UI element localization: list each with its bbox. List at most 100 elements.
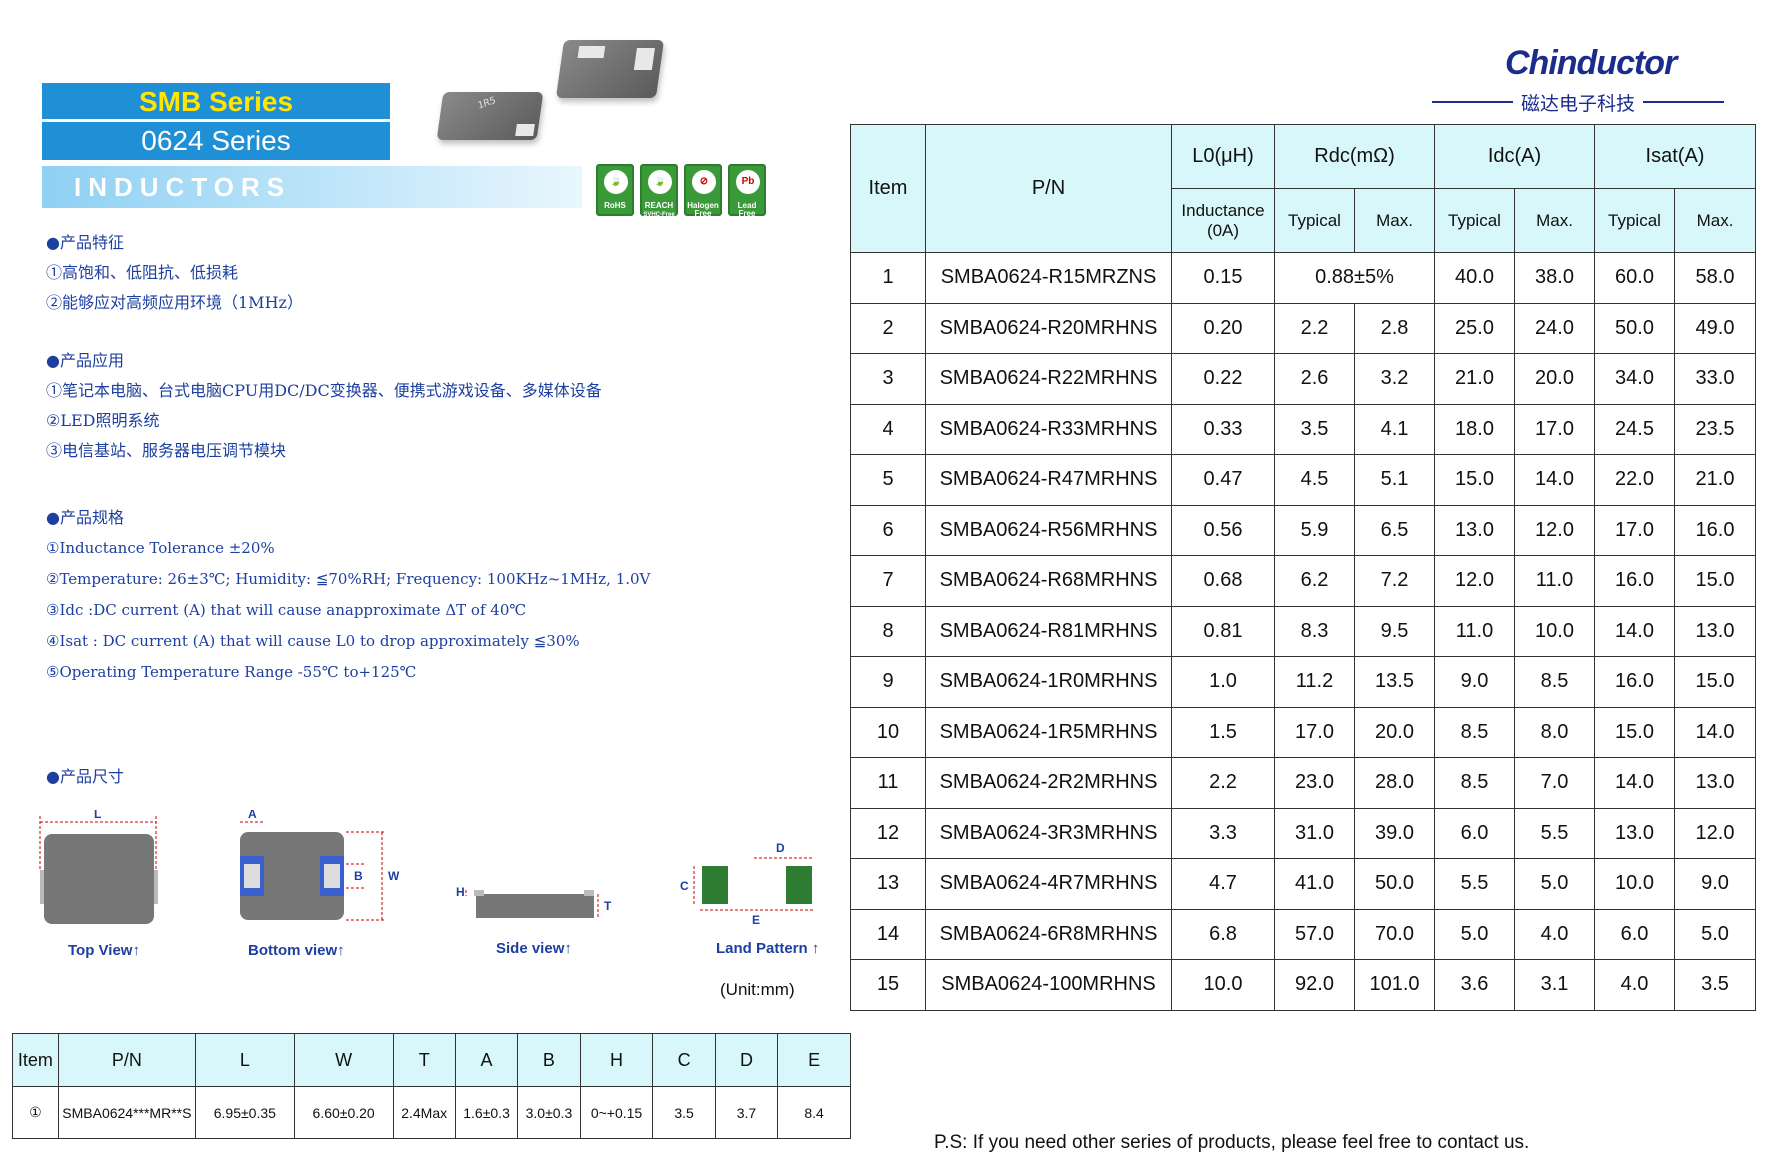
header-typical: Typical [1434, 188, 1515, 253]
table-cell: 24.0 [1514, 302, 1595, 354]
brand-subtitle-text: 磁达电子科技 [1521, 92, 1636, 115]
table-cell: 60.0 [1594, 252, 1675, 304]
table-cell: 11 [850, 757, 926, 809]
table-cell: SMBA0624-1R5MRHNS [925, 706, 1172, 758]
table-cell: 2.6 [1274, 353, 1355, 405]
table-cell: 3.5 [1274, 403, 1355, 455]
table-cell: SMBA0624-6R8MRHNS [925, 908, 1172, 960]
table-cell: SMBA0624-4R7MRHNS [925, 858, 1172, 910]
table-cell: 34.0 [1594, 353, 1675, 405]
table-cell: 12 [850, 807, 926, 859]
table-cell: 13.0 [1674, 605, 1756, 657]
dim-letter-t: T [604, 899, 612, 913]
dim-cell: 6.95±0.35 [194, 1086, 295, 1139]
table-cell: 14 [850, 908, 926, 960]
table-cell: 12.0 [1514, 504, 1595, 556]
chip-pad [515, 124, 535, 136]
table-cell: 16.0 [1594, 656, 1675, 708]
halogen-icon: ⊘ [692, 170, 716, 194]
table-cell: 0.68 [1171, 555, 1275, 607]
table-row: 6 SMBA0624-R56MRHNS 0.56 5.9 6.5 13.0 12.0 17.0… [850, 504, 1756, 556]
header-idc: Idc(A) [1434, 124, 1595, 189]
lead-free-badge: Pb Lead Free [728, 164, 766, 218]
header-typical: Typical [1594, 188, 1675, 253]
table-cell: 4.0 [1514, 908, 1595, 960]
dim-letter-w: W [388, 869, 400, 883]
spec-item: ②Temperature: 26±3℃; Humidity: ≦70%RH; F… [46, 570, 651, 588]
table-cell: 8.0 [1514, 706, 1595, 758]
dim-header-cell: B [517, 1033, 581, 1087]
header-max: Max. [1354, 188, 1435, 253]
table-cell: 6.2 [1274, 555, 1355, 607]
table-cell: 49.0 [1674, 302, 1756, 354]
bottom-view-drawing: A B W [240, 810, 400, 921]
dimension-drawings: L A B W H T D E C [39, 810, 814, 927]
badge-sub: Free [694, 209, 712, 218]
table-cell: 18.0 [1434, 403, 1515, 455]
table-cell: 3.5 [1674, 959, 1756, 1011]
table-cell: 17.0 [1274, 706, 1355, 758]
top-view-drawing: L [39, 810, 158, 924]
table-row: 10 SMBA0624-1R5MRHNS 1.5 17.0 20.0 8.5 8.0 15.0… [850, 706, 1756, 758]
table-row: 9 SMBA0624-1R0MRHNS 1.0 11.2 13.5 9.0 8.5 16.0 1… [850, 656, 1756, 708]
table-cell: 20.0 [1354, 706, 1435, 758]
bottom-view-label: Bottom view↑ [248, 942, 345, 959]
series-size: 0624 Series [42, 122, 390, 160]
table-cell: 1 [850, 252, 926, 304]
table-cell: 10.0 [1171, 959, 1275, 1011]
brand-logo: Chinductor [1505, 44, 1677, 82]
table-cell: 4 [850, 403, 926, 455]
dim-letter-c: C [680, 879, 689, 893]
spec-item: ①Inductance Tolerance ±20% [46, 539, 275, 557]
table-cell: SMBA0624-3R3MRHNS [925, 807, 1172, 859]
table-cell: 11.0 [1434, 605, 1515, 657]
table-cell: SMBA0624-1R0MRHNS [925, 656, 1172, 708]
category-banner: INDUCTORS [42, 166, 582, 208]
dim-cell: 0~+0.15 [579, 1086, 654, 1139]
table-cell: 15.0 [1674, 656, 1756, 708]
spec-table: Item P/N L0(μH) Rdc(mΩ) Idc(A) Isat(A) I… [850, 124, 1756, 1011]
specs-section: ●产品规格 ①Inductance Tolerance ±20% ②Temper… [46, 502, 650, 688]
table-cell: 1.0 [1171, 656, 1275, 708]
table-cell: 8.5 [1434, 757, 1515, 809]
applications-section: ●产品应用 ①笔记本电脑、台式电脑CPU用DC/DC变换器、便携式游戏设备、多媒… [46, 346, 602, 466]
table-cell: 15.0 [1674, 555, 1756, 607]
top-view-label: Top View↑ [68, 942, 140, 959]
table-cell: 10.0 [1594, 858, 1675, 910]
table-cell: 39.0 [1354, 807, 1435, 859]
rohs-badge: 🍃 RoHS [596, 164, 634, 216]
badge-sub: Free [738, 209, 756, 218]
feature-item: ②能够应对高频应用环境（1MHz） [46, 293, 303, 312]
table-cell: 0.47 [1171, 454, 1275, 506]
divider [1643, 101, 1725, 103]
dimensions-heading: ●产品尺寸 [46, 767, 124, 786]
table-cell: 6.0 [1594, 908, 1675, 960]
table-cell: SMBA0624-R33MRHNS [925, 403, 1172, 455]
application-item: ①笔记本电脑、台式电脑CPU用DC/DC变换器、便携式游戏设备、多媒体设备 [46, 381, 602, 400]
table-row: 13 SMBA0624-4R7MRHNS 4.7 41.0 50.0 5.5 5.0 10.0… [850, 858, 1756, 910]
dim-letter-h: H [456, 885, 465, 899]
table-cell: 4.5 [1274, 454, 1355, 506]
table-cell: 17.0 [1594, 504, 1675, 556]
dim-cell: 3.5 [652, 1086, 716, 1139]
table-cell: SMBA0624-R20MRHNS [925, 302, 1172, 354]
table-cell: 10 [850, 706, 926, 758]
table-cell: 7.0 [1514, 757, 1595, 809]
table-row: 8 SMBA0624-R81MRHNS 0.81 8.3 9.5 11.0 10.0 14.0… [850, 605, 1756, 657]
chip-pad [633, 48, 655, 70]
series-name: SMB Series [42, 83, 390, 119]
dim-header-cell: Item [12, 1033, 59, 1087]
application-item: ③电信基站、服务器电压调节模块 [46, 441, 287, 460]
table-cell: 24.5 [1594, 403, 1675, 455]
table-cell: 11.2 [1274, 656, 1355, 708]
table-cell: 3.6 [1434, 959, 1515, 1011]
table-cell: 33.0 [1674, 353, 1756, 405]
table-cell: 3.3 [1171, 807, 1275, 859]
dim-header-cell: D [714, 1033, 779, 1087]
table-cell: 17.0 [1514, 403, 1595, 455]
table-cell: 14.0 [1594, 605, 1675, 657]
halogen-free-badge: ⊘ Halogen Free [684, 164, 722, 218]
header-inductance: Inductance (0A) [1171, 188, 1275, 253]
table-cell: 58.0 [1674, 252, 1756, 304]
table-cell: 41.0 [1274, 858, 1355, 910]
